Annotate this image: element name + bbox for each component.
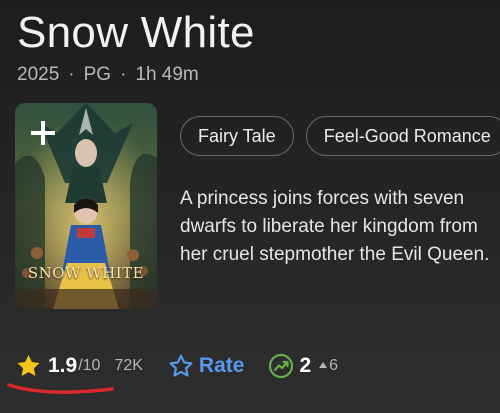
page-title: Snow White bbox=[17, 8, 255, 57]
trending-up-icon bbox=[269, 353, 294, 379]
plot-summary[interactable]: A princess joins forces with seven dwarf… bbox=[180, 185, 500, 269]
poster-logo: SNOW WHITE bbox=[27, 264, 145, 282]
popularity-change: 6 bbox=[319, 357, 338, 375]
popularity-rank: 2 bbox=[299, 354, 312, 377]
plot-line: A princess joins forces with seven bbox=[180, 188, 465, 209]
runtime: 1h 49m bbox=[135, 64, 199, 85]
star-icon bbox=[17, 354, 40, 376]
red-underline-annotation bbox=[7, 383, 114, 394]
rate-button[interactable]: Rate bbox=[168, 353, 245, 379]
rate-label: Rate bbox=[198, 354, 245, 377]
content-rating: PG bbox=[83, 64, 112, 85]
meta-separator: · bbox=[120, 64, 127, 85]
rating-score: 1.9 bbox=[48, 354, 78, 377]
genre-chip[interactable]: Feel-Good Romance bbox=[305, 116, 500, 156]
genre-chip[interactable]: Fairy Tale bbox=[180, 116, 294, 156]
release-year: 2025 bbox=[17, 64, 60, 85]
title-metadata: 2025 · PG · 1h 49m bbox=[17, 64, 199, 86]
plot-line: her cruel stepmother the Evil Queen. bbox=[180, 244, 490, 265]
rating-scale: /10 bbox=[78, 357, 101, 374]
genre-chips: Fairy Tale Feel-Good Romance bbox=[180, 116, 500, 156]
movie-poster[interactable]: SNOW WHITE bbox=[15, 103, 157, 309]
star-outline-icon bbox=[169, 354, 193, 377]
popularity-change-value: 6 bbox=[329, 357, 339, 374]
plus-icon[interactable] bbox=[29, 119, 57, 147]
popularity-meter[interactable]: 2 6 bbox=[268, 353, 338, 379]
plot-line: dwarfs to liberate her kingdom from bbox=[180, 216, 478, 237]
caret-up-icon bbox=[319, 362, 328, 368]
meta-separator: · bbox=[68, 64, 75, 85]
vote-count: 72K bbox=[114, 357, 143, 374]
